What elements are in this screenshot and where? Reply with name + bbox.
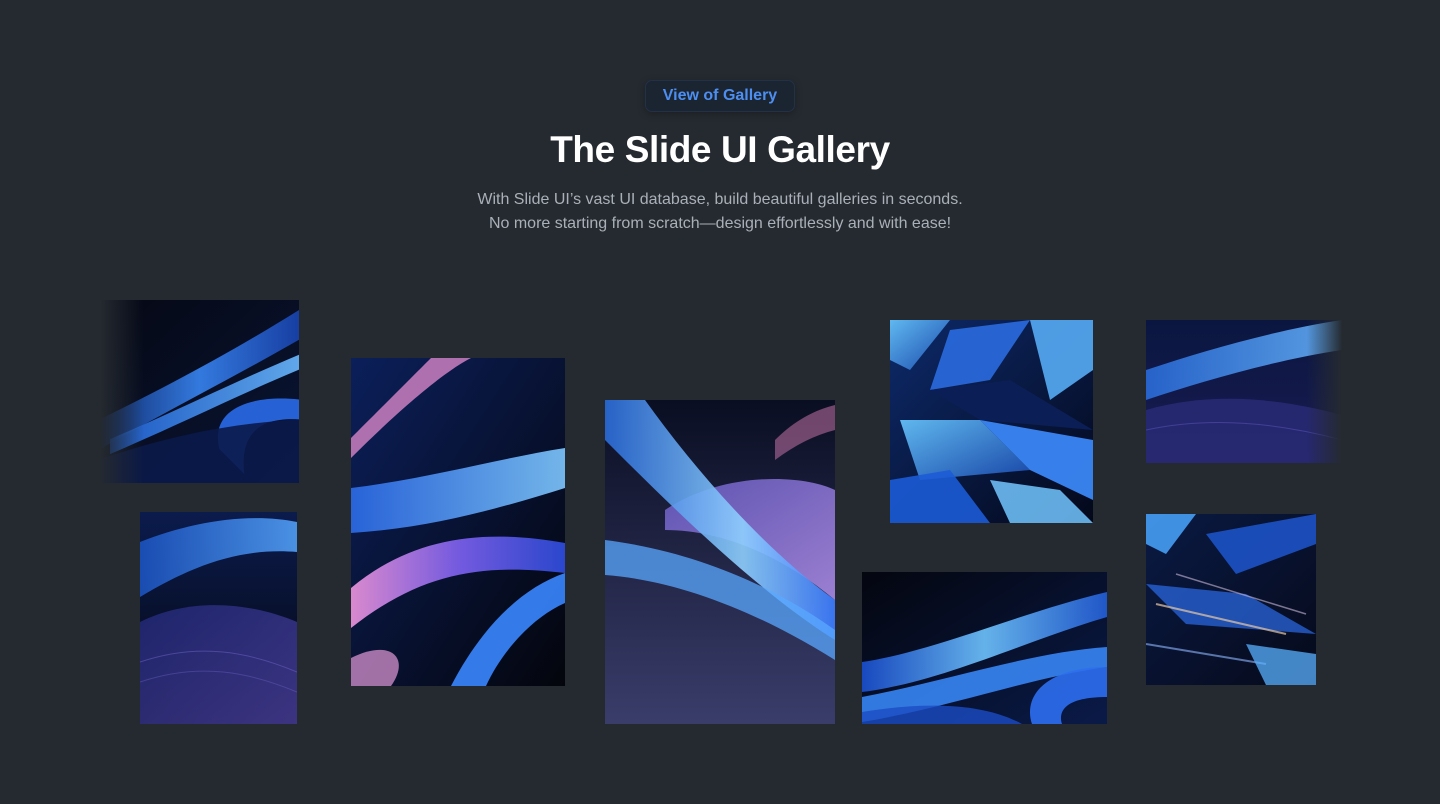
page-title: The Slide UI Gallery — [550, 129, 890, 170]
gallery-image-crystal-shards[interactable] — [890, 320, 1093, 523]
gallery-image-blue-dunes-2[interactable] — [1146, 320, 1342, 463]
gallery-image-blue-waves-1[interactable] — [100, 300, 299, 483]
subtitle-line-2: No more starting from scratch—design eff… — [488, 215, 952, 232]
subtitle-line-1: With Slide UI’s vast UI database, build … — [477, 191, 963, 208]
gallery-image-blue-waves-2[interactable] — [862, 572, 1107, 724]
gallery-image-ribbons-lavender[interactable] — [605, 400, 835, 724]
page-subtitle: With Slide UI’s vast UI database, build … — [0, 188, 1440, 236]
gallery-image-blue-dunes-1[interactable] — [140, 512, 297, 724]
view-gallery-badge[interactable]: View of Gallery — [645, 80, 795, 112]
gallery-image-ribbons-pink-blue[interactable] — [351, 358, 565, 686]
gallery-image-light-streaks[interactable] — [1146, 514, 1316, 685]
